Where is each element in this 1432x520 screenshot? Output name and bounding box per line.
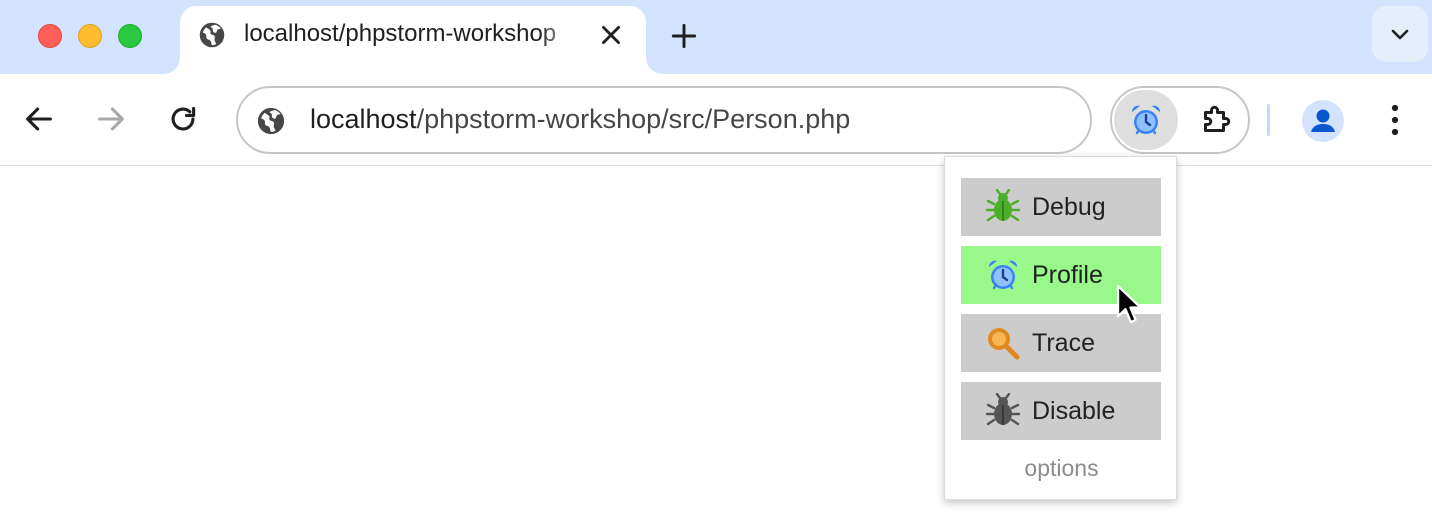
- alarm-clock-icon: [988, 260, 1018, 290]
- window-minimize-button[interactable]: [78, 24, 102, 48]
- tab-search-button[interactable]: [1372, 6, 1428, 62]
- back-button[interactable]: [22, 102, 56, 136]
- tab-title: localhost/phpstorm-workshop: [244, 20, 557, 47]
- url-host: localhost: [310, 104, 417, 134]
- mouse-cursor-icon: [1116, 284, 1142, 324]
- xdebug-extension-button[interactable]: [1114, 90, 1178, 150]
- reload-button[interactable]: [166, 102, 200, 136]
- bug-icon: [985, 393, 1021, 426]
- url-path: /phpstorm-workshop/src/Person.php: [416, 104, 851, 134]
- magnifier-icon: [988, 328, 1020, 360]
- chevron-down-icon: [1391, 29, 1409, 40]
- extensions-pill: [1110, 86, 1250, 154]
- tab-strip: localhost/phpstorm-workshop: [0, 0, 1432, 76]
- profile-label: Profile: [1032, 260, 1103, 289]
- person-icon: [1311, 109, 1335, 132]
- trace-label: Trace: [1032, 328, 1095, 357]
- window-zoom-button[interactable]: [118, 24, 142, 48]
- disable-button[interactable]: Disable: [961, 382, 1161, 440]
- address-bar[interactable]: localhost/phpstorm-workshop/src/Person.p…: [236, 86, 1092, 154]
- forward-button[interactable]: [94, 102, 128, 136]
- toolbar: localhost/phpstorm-workshop/src/Person.p…: [0, 74, 1432, 166]
- kebab-menu-icon[interactable]: [1380, 102, 1410, 138]
- xdebug-helper-popup: Debug Profile Trace Disable options: [944, 156, 1177, 500]
- debug-button[interactable]: Debug: [961, 178, 1161, 236]
- puzzle-icon[interactable]: [1198, 102, 1234, 138]
- url-text[interactable]: localhost/phpstorm-workshop/src/Person.p…: [310, 104, 850, 135]
- toolbar-divider: [1267, 104, 1270, 136]
- profile-button[interactable]: [1302, 100, 1344, 142]
- alarm-clock-icon: [1131, 105, 1161, 135]
- globe-icon[interactable]: [256, 106, 286, 136]
- close-icon[interactable]: [598, 22, 624, 48]
- tab-active[interactable]: localhost/phpstorm-workshop: [164, 6, 662, 76]
- debug-label: Debug: [1032, 192, 1106, 221]
- bug-icon: [985, 189, 1021, 222]
- globe-icon: [199, 22, 225, 48]
- disable-label: Disable: [1032, 396, 1116, 425]
- options-link[interactable]: options: [945, 455, 1178, 482]
- window-close-button[interactable]: [38, 24, 62, 48]
- new-tab-button[interactable]: [668, 20, 700, 52]
